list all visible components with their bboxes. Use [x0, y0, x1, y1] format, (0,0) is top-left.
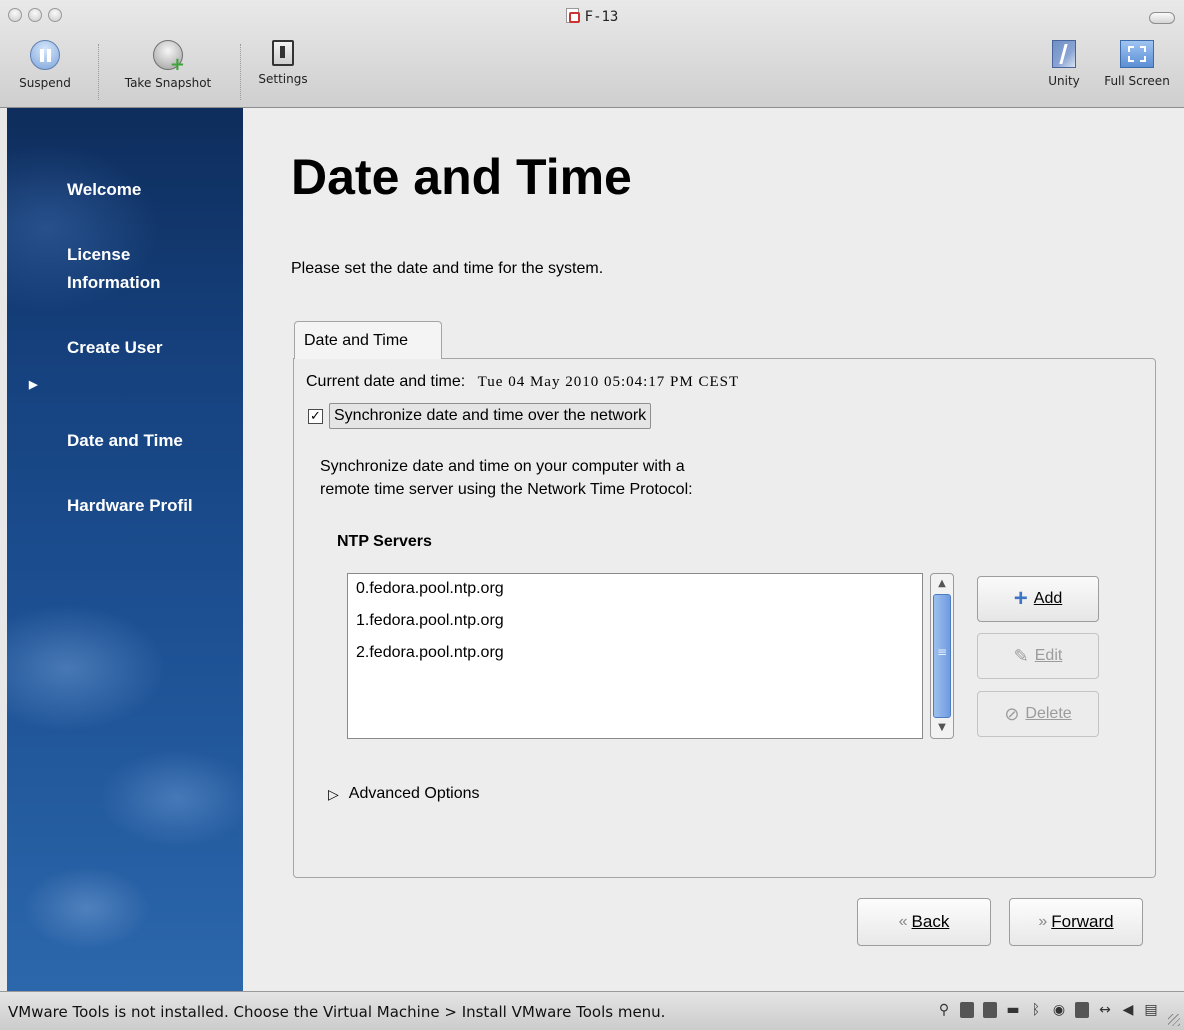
window-title: F-13 [0, 8, 1184, 25]
settings-switch-icon [272, 40, 294, 66]
edit-label: Edit [1034, 647, 1063, 664]
forward-arrow-icon: » [1038, 913, 1047, 930]
usb-device-icon[interactable] [960, 1002, 974, 1018]
scrollbar-thumb[interactable] [933, 594, 951, 718]
status-message: VMware Tools is not installed. Choose th… [8, 1003, 666, 1021]
toolbar-toggle-button[interactable] [1149, 12, 1175, 24]
back-button[interactable]: « Back [857, 898, 991, 946]
guest-display: Welcome License Information Create User … [7, 108, 1184, 991]
sync-description: Synchronize date and time on your comput… [320, 458, 693, 498]
ntp-servers-heading: NTP Servers [337, 533, 432, 550]
current-datetime-label: Current date and time: [306, 373, 466, 390]
delete-icon: ⊘ [1004, 703, 1020, 724]
step-license-information: License Information [7, 213, 243, 297]
delete-server-button[interactable]: ⊘ Delete [977, 691, 1099, 737]
step-create-user: Create User [7, 306, 243, 362]
expander-triangle-icon: ▷ [328, 785, 339, 802]
step-label: Create User [67, 338, 163, 357]
step-label: Date and Time [67, 431, 183, 450]
sync-network-checkbox[interactable]: ✓ [308, 408, 323, 424]
scroll-up-icon[interactable]: ▲ [931, 574, 953, 594]
back-arrow-icon: « [898, 913, 908, 930]
suspend-button[interactable]: Suspend [8, 40, 82, 90]
pause-icon [30, 40, 60, 70]
sync-network-label[interactable]: Synchronize date and time over the netwo… [329, 403, 652, 429]
usb-device-icon[interactable] [983, 1002, 997, 1018]
delete-label: Delete [1025, 705, 1072, 722]
current-step-arrow-icon: ▶ [29, 379, 38, 391]
settings-label: Settings [258, 72, 308, 86]
tab-label: Date and Time [304, 332, 409, 349]
tab-date-and-time[interactable]: Date and Time [294, 321, 442, 359]
sync-network-checkbox-row[interactable]: ✓ Synchronize date and time over the net… [308, 403, 652, 429]
printer-icon[interactable]: ▤ [1144, 1002, 1158, 1018]
ntp-server-list[interactable]: 0.fedora.pool.ntp.org 1.fedora.pool.ntp.… [347, 573, 923, 739]
bluetooth-icon[interactable]: ᛒ [1029, 1002, 1043, 1018]
list-item[interactable]: 1.fedora.pool.ntp.org [348, 606, 922, 638]
settings-button[interactable]: Settings [250, 40, 316, 86]
step-list: Welcome License Information Create User … [7, 148, 243, 529]
page-description: Please set the date and time for the sys… [291, 260, 604, 277]
hard-disk-icon[interactable] [1075, 1002, 1089, 1018]
forward-button[interactable]: » Forward [1009, 898, 1143, 946]
list-item[interactable]: 2.fedora.pool.ntp.org [348, 638, 922, 670]
scroll-down-icon[interactable]: ▼ [931, 718, 953, 738]
step-welcome: Welcome [7, 148, 243, 204]
plus-icon: + [1013, 585, 1028, 612]
step-label: Hardware Profil [67, 496, 193, 515]
vm-document-icon [565, 8, 580, 23]
unity-icon [1052, 40, 1076, 68]
drive-icon[interactable]: ▬ [1006, 1002, 1020, 1018]
ntp-list-scrollbar[interactable]: ▲ ▼ [930, 573, 954, 739]
add-server-button[interactable]: + Add [977, 576, 1099, 622]
advanced-options-expander[interactable]: ▷ Advanced Options [328, 785, 480, 803]
edit-pencil-icon: ✎ [1013, 645, 1029, 666]
shared-folders-icon[interactable]: ↔ [1098, 1002, 1112, 1018]
current-datetime-row: Current date and time: Tue 04 May 2010 0… [306, 373, 739, 391]
advanced-options-label: Advanced Options [348, 785, 480, 802]
list-item[interactable]: 0.fedora.pool.ntp.org [348, 574, 922, 606]
step-label: License Information [67, 245, 161, 292]
network-adapter-icon[interactable]: ⚲ [937, 1002, 951, 1018]
main-content: Date and Time Please set the date and ti… [243, 108, 1184, 991]
device-icons: ⚲ ▬ ᛒ ◉ ↔ ◀ ▤ [937, 1002, 1158, 1018]
full-screen-button[interactable]: Full Screen [1094, 40, 1180, 88]
toolbar-separator [98, 44, 99, 100]
forward-label: Forward [1051, 912, 1114, 931]
resize-grip-icon[interactable] [1168, 1014, 1180, 1026]
unity-button[interactable]: Unity [1040, 40, 1088, 88]
suspend-label: Suspend [19, 76, 71, 90]
window-chrome: F-13 Suspend Take Snapshot Settings Unit… [0, 0, 1184, 108]
toolbar-separator [240, 44, 241, 100]
step-hardware-profile: Hardware Profil [7, 464, 243, 520]
status-bar: VMware Tools is not installed. Choose th… [0, 991, 1184, 1030]
page-title: Date and Time [291, 149, 632, 205]
cd-dvd-icon[interactable]: ◉ [1052, 1002, 1066, 1018]
take-snapshot-button[interactable]: Take Snapshot [106, 40, 230, 90]
full-screen-label: Full Screen [1104, 74, 1170, 88]
firstboot-sidebar: Welcome License Information Create User … [7, 108, 243, 991]
current-datetime-value: Tue 04 May 2010 05:04:17 PM CEST [477, 374, 740, 390]
unity-label: Unity [1048, 74, 1080, 88]
step-label: Welcome [67, 180, 142, 199]
edit-server-button[interactable]: ✎ Edit [977, 633, 1099, 679]
full-screen-icon [1120, 40, 1154, 68]
back-label: Back [911, 912, 950, 931]
add-label: Add [1033, 590, 1063, 607]
step-date-and-time: ▶ Date and Time [7, 371, 243, 455]
window-title-text: F-13 [584, 9, 619, 25]
snapshot-icon [153, 40, 185, 75]
date-time-panel: Current date and time: Tue 04 May 2010 0… [293, 358, 1156, 878]
take-snapshot-label: Take Snapshot [124, 76, 212, 90]
sound-icon[interactable]: ◀ [1121, 1002, 1135, 1018]
